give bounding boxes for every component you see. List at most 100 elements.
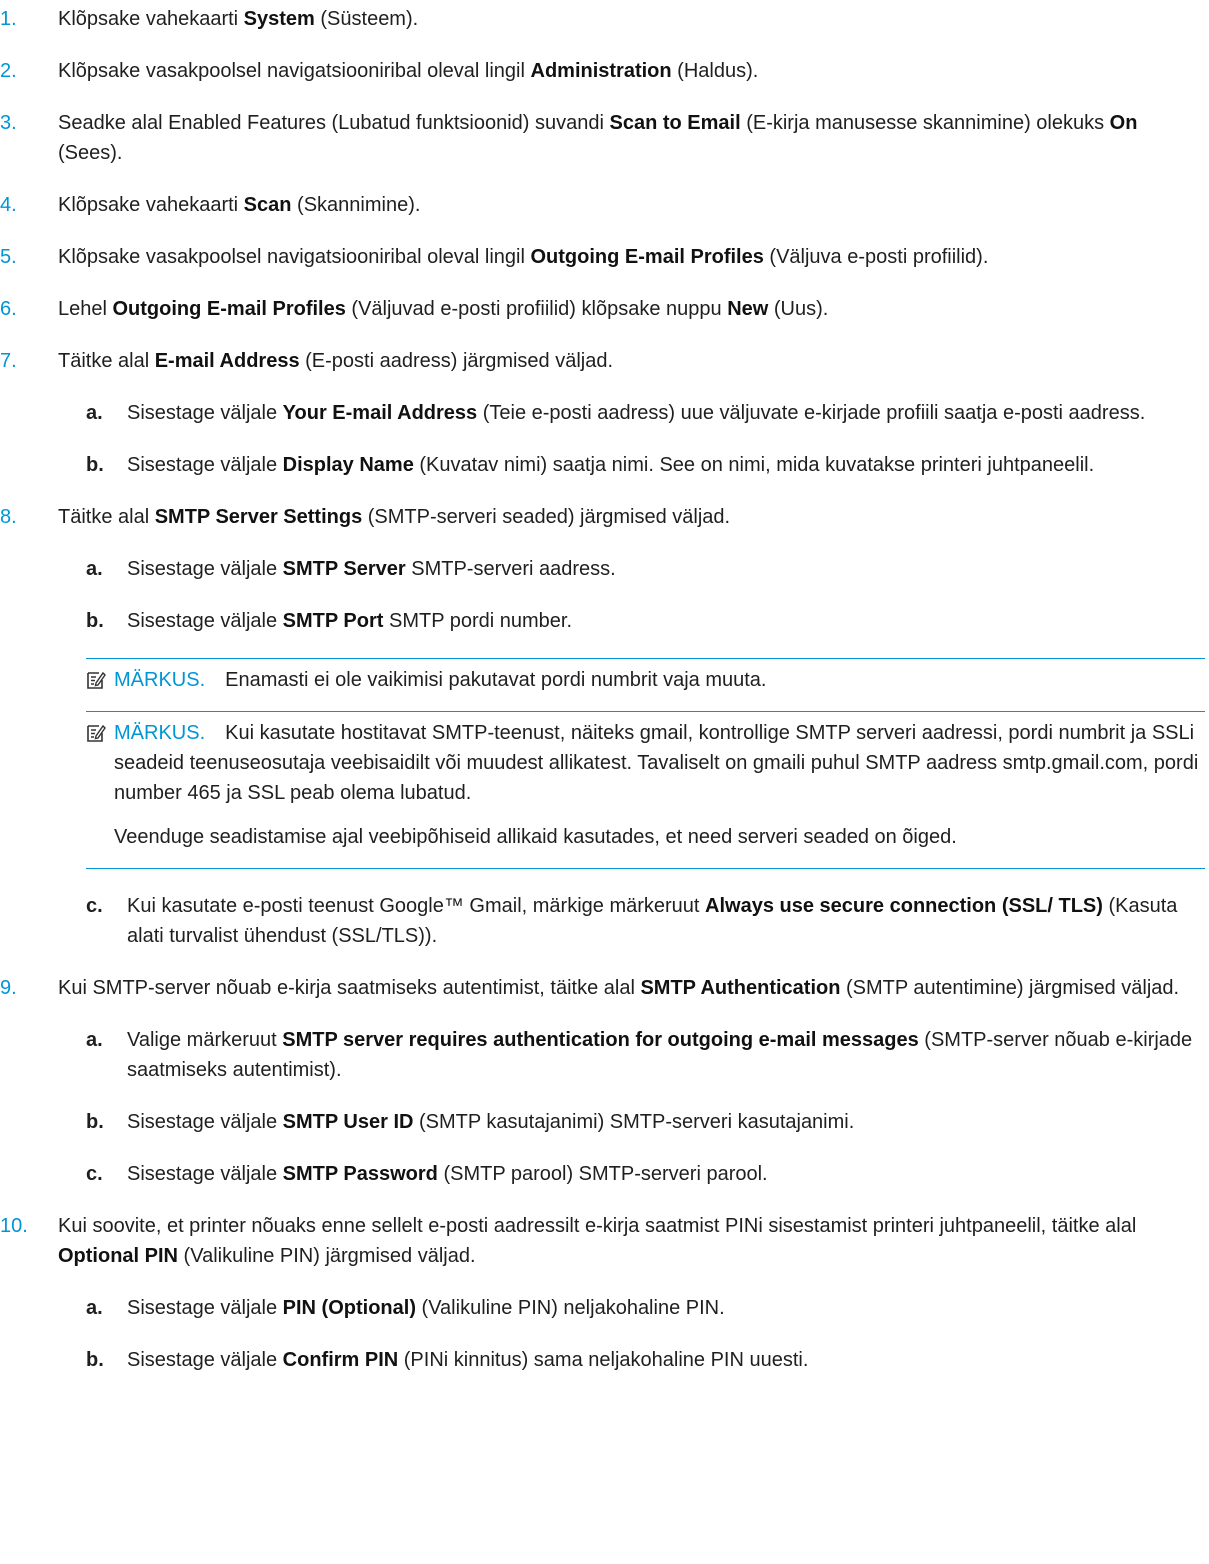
- sub-step: c. Kui kasutate e-posti teenust Google™ G…: [0, 891, 1205, 951]
- sub-step-text: Sisestage väljale Display Name (Kuvatav …: [127, 450, 1205, 480]
- sub-step: c. Sisestage väljale SMTP Password (SMTP …: [0, 1159, 1205, 1189]
- note-box: MÄRKUS. Kui kasutate hostitavat SMTP-teen…: [86, 711, 1205, 869]
- text-run: Sisestage väljale: [127, 454, 283, 476]
- sub-step: b. Sisestage väljale Confirm PIN (PINi ki…: [0, 1345, 1205, 1375]
- step-item: 7. Täitke alal E-mail Address (E-posti aa…: [0, 346, 1205, 376]
- sub-step-letter: a.: [86, 1297, 103, 1319]
- ui-term: Scan: [243, 194, 292, 216]
- step-text: Seadke alal Enabled Features (Lubatud fu…: [58, 108, 1205, 168]
- note-box: MÄRKUS. Enamasti ei ole vaikimisi pakutav…: [86, 658, 1205, 711]
- sub-step: b. Sisestage väljale SMTP Port SMTP pordi…: [0, 606, 1205, 636]
- sub-step-letter: b.: [86, 1349, 104, 1371]
- sub-step-letter: a.: [86, 402, 103, 424]
- note-extra-text: Veenduge seadistamise ajal veebipõhiseid…: [114, 826, 957, 848]
- text-run: (Valikuline PIN) neljakohaline PIN.: [415, 1297, 725, 1319]
- ui-term: SMTP Server: [282, 558, 406, 580]
- text-run: Sisestage väljale: [127, 1349, 283, 1371]
- sub-step-letter: a.: [86, 1029, 103, 1051]
- text-run: Sisestage väljale: [127, 1297, 283, 1319]
- text-run: (Sees).: [58, 142, 123, 164]
- text-run: (Väljuva e-posti profiilid).: [763, 246, 989, 268]
- ui-term: SMTP server requires authentication for …: [282, 1029, 919, 1051]
- sub-step-letter: b.: [86, 610, 104, 632]
- step-item: 5. Klõpsake vasakpoolsel navigatsioonirib…: [0, 242, 1205, 272]
- sub-step-text: Sisestage väljale SMTP Port SMTP pordi n…: [127, 606, 1205, 636]
- sub-step-text: Sisestage väljale Your E-mail Address (T…: [127, 398, 1205, 428]
- step-number: 2.: [0, 60, 17, 82]
- step-number: 10.: [0, 1215, 28, 1237]
- text-run: (Uus).: [768, 298, 829, 320]
- step-item: 4. Klõpsake vahekaarti Scan (Skannimine).: [0, 190, 1205, 220]
- text-run: Kui soovite, et printer nõuaks enne sell…: [58, 1215, 1137, 1237]
- sub-step-text: Sisestage väljale SMTP Server SMTP-serve…: [127, 554, 1205, 584]
- text-run: (E-posti aadress) järgmised väljad.: [299, 350, 614, 372]
- sub-step-text: Sisestage väljale SMTP User ID (SMTP kas…: [127, 1107, 1205, 1137]
- note-label: MÄRKUS.: [114, 669, 206, 691]
- step-number: 6.: [0, 298, 17, 320]
- text-run: (Väljuvad e-posti profiilid) klõpsake nu…: [345, 298, 728, 320]
- text-run: (SMTP kasutajanimi) SMTP-serveri kasutaj…: [413, 1111, 855, 1133]
- text-run: (Kuvatav nimi) saatja nimi. See on nimi,…: [413, 454, 1095, 476]
- text-run: (PINi kinnitus) sama neljakohaline PIN u…: [398, 1349, 809, 1371]
- step-item: 10. Kui soovite, et printer nõuaks enne s…: [0, 1211, 1205, 1271]
- text-run: Täitke alal: [58, 350, 155, 372]
- sub-step-letter: b.: [86, 454, 104, 476]
- text-run: Sisestage väljale: [127, 1163, 283, 1185]
- text-run: (Valikuline PIN) järgmised väljad.: [178, 1245, 476, 1267]
- sub-step-text: Sisestage väljale SMTP Password (SMTP pa…: [127, 1159, 1205, 1189]
- note-text: Enamasti ei ole vaikimisi pakutavat pord…: [225, 669, 767, 691]
- text-run: (Skannimine).: [291, 194, 421, 216]
- ui-term: SMTP User ID: [282, 1111, 414, 1133]
- text-run: (SMTP autentimine) järgmised väljad.: [840, 977, 1180, 999]
- step-text: Lehel Outgoing E-mail Profiles (Väljuvad…: [58, 294, 1205, 324]
- step-text: Klõpsake vasakpoolsel navigatsiooniribal…: [58, 56, 1205, 86]
- text-run: Klõpsake vasakpoolsel navigatsiooniribal…: [58, 60, 531, 82]
- sub-step-text: Sisestage väljale PIN (Optional) (Valiku…: [127, 1293, 1205, 1323]
- text-run: Seadke alal Enabled Features (Lubatud fu…: [58, 112, 610, 134]
- step-text: Kui SMTP-server nõuab e-kirja saatmiseks…: [58, 973, 1205, 1003]
- text-run: Klõpsake vahekaarti: [58, 8, 244, 30]
- text-run: Klõpsake vahekaarti: [58, 194, 244, 216]
- sub-step-letter: a.: [86, 558, 103, 580]
- ui-term: Display Name: [282, 454, 414, 476]
- ui-term: Outgoing E-mail Profiles: [112, 298, 346, 320]
- step-text: Täitke alal E-mail Address (E-posti aadr…: [58, 346, 1205, 376]
- ui-term: On: [1109, 112, 1138, 134]
- note-icon: [87, 724, 106, 742]
- note-label: MÄRKUS.: [114, 722, 206, 744]
- text-run: Sisestage väljale: [127, 610, 283, 632]
- ui-term: Always use secure connection (SSL/ TLS): [705, 895, 1103, 917]
- sub-step: b. Sisestage väljale Display Name (Kuvata…: [0, 450, 1205, 480]
- text-run: (Teie e-posti aadress) uue väljuvate e-k…: [477, 402, 1146, 424]
- sub-step: a. Valige märkeruut SMTP server requires …: [0, 1025, 1205, 1085]
- ui-term: New: [727, 298, 769, 320]
- ui-term: Outgoing E-mail Profiles: [530, 246, 764, 268]
- sub-step-letter: c.: [86, 1163, 103, 1185]
- text-run: Kui kasutate e-posti teenust Google™ Gma…: [127, 895, 706, 917]
- sub-step-text: Sisestage väljale Confirm PIN (PINi kinn…: [127, 1345, 1205, 1375]
- ui-term: SMTP Password: [282, 1163, 438, 1185]
- text-run: Sisestage väljale: [127, 1111, 283, 1133]
- step-item: 3. Seadke alal Enabled Features (Lubatud …: [0, 108, 1205, 168]
- sub-step: a. Sisestage väljale Your E-mail Address …: [0, 398, 1205, 428]
- sub-step-letter: b.: [86, 1111, 104, 1133]
- ui-term: Optional PIN: [58, 1245, 178, 1267]
- text-run: SMTP pordi number.: [383, 610, 573, 632]
- text-run: Kui SMTP-server nõuab e-kirja saatmiseks…: [58, 977, 641, 999]
- step-item: 1. Klõpsake vahekaarti System (Süsteem).: [0, 4, 1205, 34]
- ui-term: Scan to Email: [609, 112, 741, 134]
- text-run: Sisestage väljale: [127, 558, 283, 580]
- text-run: (SMTP-serveri seaded) järgmised väljad.: [362, 506, 731, 528]
- step-number: 1.: [0, 8, 17, 30]
- text-run: Valige märkeruut: [127, 1029, 283, 1051]
- step-item: 6. Lehel Outgoing E-mail Profiles (Väljuv…: [0, 294, 1205, 324]
- ui-term: SMTP Server Settings: [154, 506, 363, 528]
- text-run: Lehel: [58, 298, 113, 320]
- ui-term: PIN (Optional): [282, 1297, 416, 1319]
- ui-term: Administration: [530, 60, 672, 82]
- sub-step-letter: c.: [86, 895, 103, 917]
- text-run: Klõpsake vasakpoolsel navigatsiooniribal…: [58, 246, 531, 268]
- step-text: Klõpsake vahekaarti Scan (Skannimine).: [58, 190, 1205, 220]
- sub-step-text: Valige märkeruut SMTP server requires au…: [127, 1025, 1205, 1085]
- step-text: Kui soovite, et printer nõuaks enne sell…: [58, 1211, 1205, 1271]
